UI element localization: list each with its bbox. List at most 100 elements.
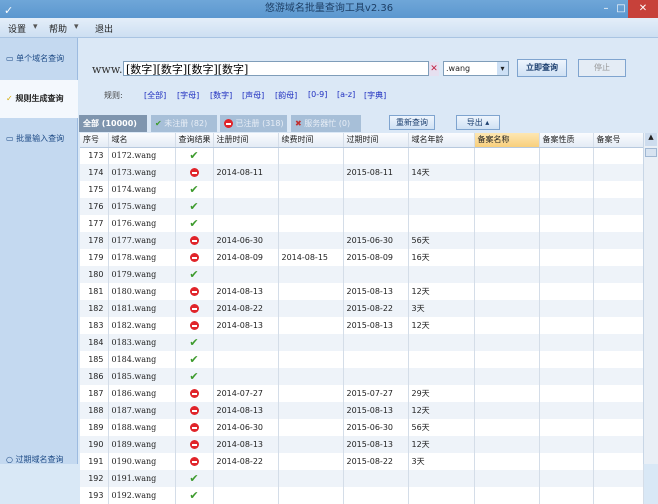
maximize-button[interactable]: □	[616, 0, 626, 18]
table-row[interactable]: 175 0174.wang ✔	[80, 181, 644, 198]
sidebar-item-single-query[interactable]: ▭ 单个域名查询	[0, 40, 78, 78]
cell-8	[539, 385, 594, 402]
cell-1: 0188.wang	[108, 419, 176, 436]
scroll-thumb[interactable]	[645, 148, 657, 157]
rule-all[interactable]: [全部]	[144, 90, 166, 101]
column-header[interactable]: 备案性质	[539, 133, 594, 148]
suffix-select[interactable]: .wang ▾	[443, 61, 509, 76]
domain-pattern-input[interactable]	[123, 61, 429, 76]
table-row[interactable]: 183 0182.wang 2014-08-13 2015-08-13 12天	[80, 317, 644, 334]
menu-help[interactable]: 帮助	[49, 22, 67, 35]
cell-3: 2014-07-27	[213, 385, 279, 402]
rule-final[interactable]: [韵母]	[275, 90, 297, 101]
cell-9	[593, 351, 644, 368]
column-header[interactable]: 域名	[108, 133, 176, 148]
column-header[interactable]: 过期时间	[343, 133, 409, 148]
column-header[interactable]: 备案名称	[474, 133, 540, 148]
status-cell	[175, 453, 214, 470]
cell-8	[539, 453, 594, 470]
table-row[interactable]: 182 0181.wang 2014-08-22 2015-08-22 3天	[80, 300, 644, 317]
menu-settings[interactable]: 设置	[8, 22, 26, 35]
cell-7	[474, 198, 540, 215]
column-header[interactable]: 序号	[80, 133, 109, 148]
export-button[interactable]: 导出 ▴	[456, 115, 500, 130]
rule-letter[interactable]: [字母]	[177, 90, 199, 101]
table-row[interactable]: 191 0190.wang 2014-08-22 2015-08-22 3天	[80, 453, 644, 470]
cell-5	[343, 266, 409, 283]
registered-icon	[189, 440, 199, 449]
table-row[interactable]: 186 0185.wang ✔	[80, 368, 644, 385]
minimize-button[interactable]: –	[596, 0, 616, 18]
table-row[interactable]: 193 0192.wang ✔	[80, 487, 644, 504]
table-row[interactable]: 190 0189.wang 2014-08-13 2015-08-13 12天	[80, 436, 644, 453]
cell-8	[539, 368, 594, 385]
cell-7	[474, 181, 540, 198]
table-row[interactable]: 187 0186.wang 2014-07-27 2015-07-27 29天	[80, 385, 644, 402]
clear-icon[interactable]: ✕	[429, 62, 439, 76]
column-header[interactable]: 注册时间	[213, 133, 279, 148]
table-row[interactable]: 179 0178.wang 2014-08-09 2014-08-15 2015-08-…	[80, 249, 644, 266]
table-row[interactable]: 192 0191.wang ✔	[80, 470, 644, 487]
registered-icon	[189, 253, 199, 262]
rule-dictionary[interactable]: [字典]	[364, 90, 386, 101]
cell-0: 190	[80, 436, 109, 453]
table-row[interactable]: 174 0173.wang 2014-08-11 2015-08-11 14天	[80, 164, 644, 181]
tab-all[interactable]: 全部 (10000)	[79, 115, 147, 132]
cell-4	[278, 317, 344, 334]
table-row[interactable]: 181 0180.wang 2014-08-13 2015-08-13 12天	[80, 283, 644, 300]
cell-3: 2014-08-22	[213, 300, 279, 317]
tab-available[interactable]: ✔ 未注册 (82)	[151, 115, 217, 132]
rule-initial[interactable]: [声母]	[242, 90, 264, 101]
check-icon: ✔	[189, 200, 199, 213]
cell-6: 12天	[408, 402, 475, 419]
chevron-down-icon[interactable]: ▾	[74, 22, 79, 32]
cell-3: 2014-08-09	[213, 249, 279, 266]
table-row[interactable]: 184 0183.wang ✔	[80, 334, 644, 351]
chevron-down-icon[interactable]: ▾	[33, 22, 38, 32]
column-header[interactable]: 续费时间	[278, 133, 344, 148]
table-row[interactable]: 177 0176.wang ✔	[80, 215, 644, 232]
requery-button[interactable]: 重新查询	[389, 115, 435, 130]
expired-domain-radio[interactable]: ○ 过期域名查询	[6, 454, 64, 465]
close-button[interactable]: ✕	[628, 0, 658, 18]
cell-6: 12天	[408, 317, 475, 334]
vertical-scrollbar[interactable]: ▲	[643, 133, 658, 464]
main-panel: www. ✕ .wang▾ 立即查询 停止 规则: [全部] [字母] [数字]…	[79, 38, 658, 504]
cell-6: 56天	[408, 232, 475, 249]
cell-0: 192	[80, 470, 109, 487]
table-row[interactable]: 178 0177.wang 2014-06-30 2015-06-30 56天	[80, 232, 644, 249]
scroll-up-icon[interactable]: ▲	[645, 133, 657, 146]
column-header[interactable]: 查询结果	[175, 133, 214, 148]
column-header[interactable]: 备案号	[593, 133, 644, 148]
table-row[interactable]: 189 0188.wang 2014-06-30 2015-06-30 56天	[80, 419, 644, 436]
registered-icon	[189, 287, 199, 296]
cell-8	[539, 181, 594, 198]
tab-registered[interactable]: 已注册 (318)	[220, 115, 287, 132]
table-row[interactable]: 188 0187.wang 2014-08-13 2015-08-13 12天	[80, 402, 644, 419]
cell-5: 2015-06-30	[343, 232, 409, 249]
sidebar-item-batch-query[interactable]: ▭ 批量输入查询	[0, 120, 78, 158]
cell-3	[213, 266, 279, 283]
stop-button[interactable]: 停止	[578, 59, 626, 77]
tab-server-busy[interactable]: ✖ 服务器忙 (0)	[291, 115, 361, 132]
cell-4	[278, 147, 344, 164]
search-button[interactable]: 立即查询	[517, 59, 567, 77]
check-icon: ✔	[189, 183, 199, 196]
cell-4	[278, 334, 344, 351]
cell-1: 0181.wang	[108, 300, 176, 317]
rule-a-z[interactable]: [a-z]	[337, 90, 355, 99]
pen-icon: ✓	[6, 94, 16, 103]
column-header[interactable]: 域名年龄	[408, 133, 475, 148]
check-icon: ✔	[189, 353, 199, 366]
table-row[interactable]: 176 0175.wang ✔	[80, 198, 644, 215]
table-row[interactable]: 185 0184.wang ✔	[80, 351, 644, 368]
table-row[interactable]: 180 0179.wang ✔	[80, 266, 644, 283]
rule-digit[interactable]: [数字]	[210, 90, 232, 101]
sidebar-item-rule-query[interactable]: ✓ 规则生成查询	[0, 80, 78, 118]
cell-9	[593, 334, 644, 351]
table-row[interactable]: 173 0172.wang ✔	[80, 147, 644, 164]
cell-5: 2015-08-13	[343, 402, 409, 419]
rule-0-9[interactable]: [0-9]	[308, 90, 327, 99]
cell-4	[278, 487, 344, 504]
menu-exit[interactable]: 退出	[95, 22, 113, 35]
